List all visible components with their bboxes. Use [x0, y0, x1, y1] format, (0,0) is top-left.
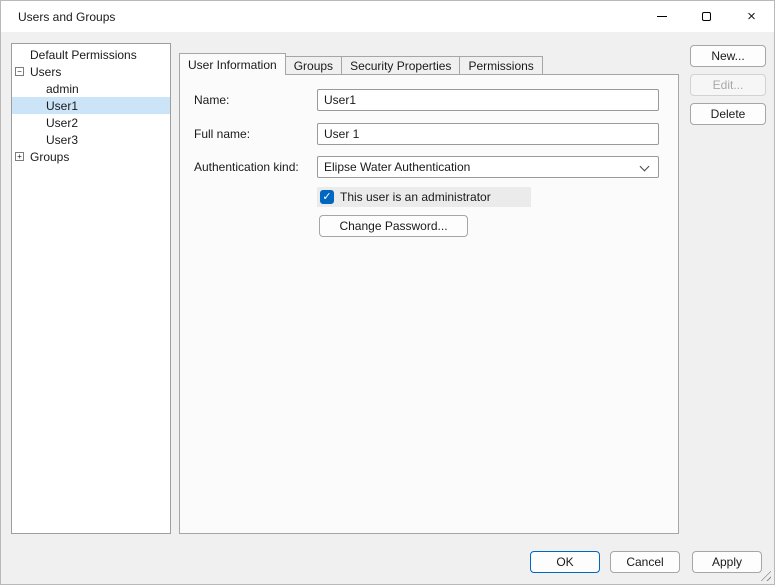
tree-item-label: User1 — [46, 98, 79, 113]
change-password-button[interactable]: Change Password... — [319, 215, 468, 237]
users-and-groups-dialog: Users and Groups × Default Permissions −… — [0, 0, 775, 585]
check-icon: ✓ — [322, 190, 332, 203]
tree-item-label: User2 — [46, 115, 79, 130]
tree-item-user2[interactable]: User2 — [12, 114, 170, 131]
minimize-icon — [656, 16, 667, 17]
admin-checkbox[interactable]: ✓ — [320, 190, 334, 204]
collapse-icon[interactable]: − — [15, 67, 24, 76]
tree-item-users[interactable]: − Users — [12, 63, 170, 80]
tree-item-admin[interactable]: admin — [12, 80, 170, 97]
minimize-button[interactable] — [639, 1, 684, 32]
close-button[interactable]: × — [729, 1, 774, 32]
admin-checkbox-label[interactable]: This user is an administrator — [340, 190, 491, 204]
tree-item-label: Users — [30, 64, 62, 79]
tree-item-groups[interactable]: + Groups — [12, 148, 170, 165]
tree-item-user3[interactable]: User3 — [12, 131, 170, 148]
edit-button[interactable]: Edit... — [690, 74, 766, 96]
delete-button[interactable]: Delete — [690, 103, 766, 125]
expand-icon[interactable]: + — [15, 152, 24, 161]
cancel-button[interactable]: Cancel — [610, 551, 680, 573]
authentication-kind-value: Elipse Water Authentication — [324, 160, 471, 174]
apply-button[interactable]: Apply — [692, 551, 762, 573]
ok-button[interactable]: OK — [530, 551, 600, 573]
tree-item-label: User3 — [46, 132, 79, 147]
maximize-icon — [702, 12, 711, 21]
full-name-input[interactable] — [317, 123, 659, 145]
tree-item-default-permissions[interactable]: Default Permissions — [12, 46, 170, 63]
authentication-kind-label: Authentication kind: — [194, 160, 299, 174]
user-information-panel: Name: Full name: Authentication kind: El… — [179, 74, 679, 534]
tree-item-label: admin — [46, 81, 79, 96]
tree-item-label: Groups — [30, 149, 70, 164]
authentication-kind-select[interactable]: Elipse Water Authentication — [317, 156, 659, 178]
tree-item-label: Default Permissions — [30, 47, 137, 62]
window-controls: × — [639, 1, 774, 32]
tab-security-properties[interactable]: Security Properties — [341, 56, 461, 74]
titlebar: Users and Groups × — [1, 1, 774, 32]
tab-strip: User Information Groups Security Propert… — [179, 53, 543, 75]
new-button[interactable]: New... — [690, 45, 766, 67]
tree-item-user1[interactable]: User1 — [12, 97, 170, 114]
window-title: Users and Groups — [18, 9, 116, 24]
admin-checkbox-row: ✓ This user is an administrator — [317, 187, 531, 207]
users-groups-tree: Default Permissions − Users admin User1 … — [11, 43, 171, 534]
full-name-label: Full name: — [194, 127, 251, 141]
tab-groups[interactable]: Groups — [284, 56, 343, 74]
tab-permissions[interactable]: Permissions — [459, 56, 543, 74]
tab-user-information[interactable]: User Information — [179, 53, 286, 75]
close-icon: × — [747, 8, 756, 25]
chevron-down-icon — [639, 161, 650, 172]
maximize-button[interactable] — [684, 1, 729, 32]
name-label: Name: — [194, 93, 230, 107]
name-input[interactable] — [317, 89, 659, 111]
